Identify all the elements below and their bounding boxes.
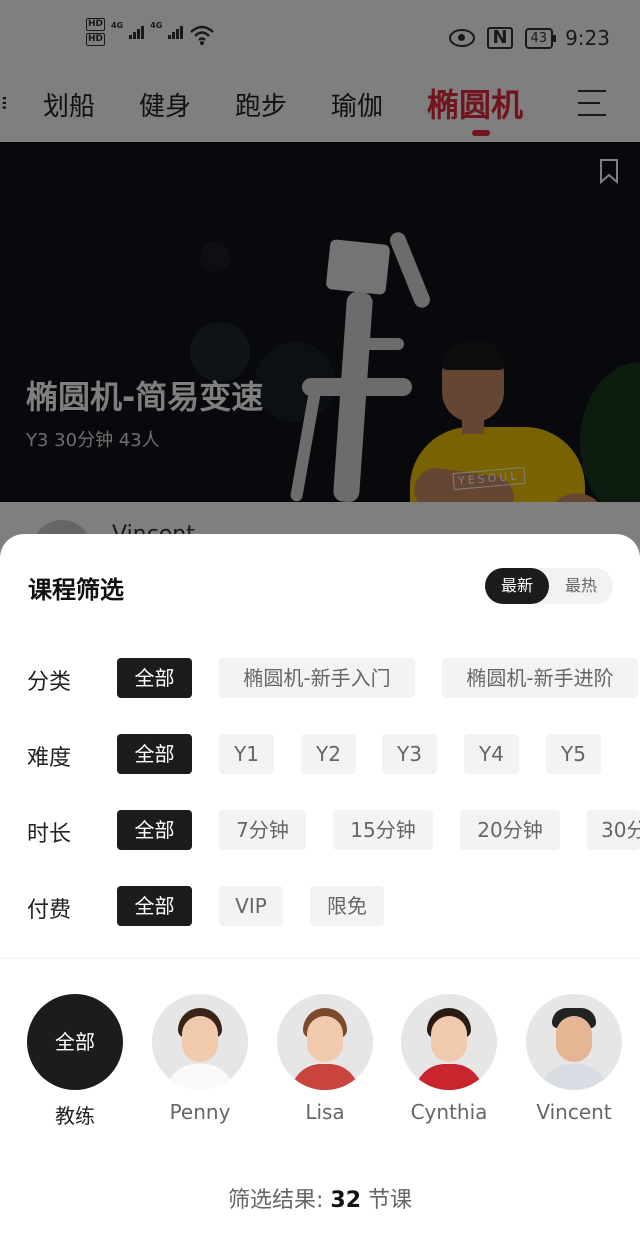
chip-duration-all[interactable]: 全部 bbox=[117, 810, 192, 850]
coach-filter-all[interactable]: 全部 教练 bbox=[27, 994, 123, 1129]
filter-row-payment: 付费 全部 VIP 限免 bbox=[0, 886, 640, 928]
sheet-title: 课程筛选 bbox=[28, 576, 124, 604]
filter-row-category: 分类 全部 椭圆机-新手入门 椭圆机-新手进阶 bbox=[0, 658, 640, 700]
chip-duration-15[interactable]: 15分钟 bbox=[333, 810, 433, 850]
chip-category-all[interactable]: 全部 bbox=[117, 658, 192, 698]
coach-name: Cynthia bbox=[410, 1100, 488, 1124]
chip-payment-vip[interactable]: VIP bbox=[219, 886, 283, 926]
coach-filter-vincent[interactable]: Vincent bbox=[526, 994, 622, 1124]
result-prefix: 筛选结果: bbox=[227, 1188, 331, 1213]
sort-latest-button[interactable]: 最新 bbox=[485, 568, 549, 604]
divider bbox=[0, 958, 640, 959]
avatar[interactable] bbox=[401, 994, 497, 1090]
filter-label: 时长 bbox=[27, 822, 72, 847]
chip-duration-20[interactable]: 20分钟 bbox=[460, 810, 560, 850]
coach-all-button[interactable]: 全部 bbox=[27, 994, 123, 1090]
filter-row-difficulty: 难度 全部 Y1 Y2 Y3 Y4 Y5 bbox=[0, 734, 640, 776]
coach-filter-lisa[interactable]: Lisa bbox=[277, 994, 373, 1124]
course-filter-sheet: 课程筛选 最新 最热 分类 全部 椭圆机-新手入门 椭圆机-新手进阶 难度 全部… bbox=[0, 534, 640, 1248]
chip-difficulty-y3[interactable]: Y3 bbox=[382, 734, 437, 774]
avatar[interactable] bbox=[152, 994, 248, 1090]
result-count: 32 bbox=[330, 1188, 362, 1213]
filter-result: 筛选结果: 32 节课 bbox=[0, 1182, 640, 1214]
filter-row-duration: 时长 全部 7分钟 15分钟 20分钟 30分钟 bbox=[0, 810, 640, 852]
sort-toggle: 最新 最热 bbox=[485, 568, 613, 604]
coach-caption: 教练 bbox=[55, 1104, 95, 1128]
coach-filter-penny[interactable]: Penny bbox=[152, 994, 248, 1124]
chip-payment-free[interactable]: 限免 bbox=[310, 886, 384, 926]
avatar[interactable] bbox=[526, 994, 622, 1090]
chip-difficulty-y2[interactable]: Y2 bbox=[301, 734, 356, 774]
filter-label: 难度 bbox=[27, 746, 72, 771]
filter-label: 付费 bbox=[27, 898, 72, 923]
chip-duration-30[interactable]: 30分钟 bbox=[587, 810, 640, 850]
coach-filter-cynthia[interactable]: Cynthia bbox=[401, 994, 497, 1124]
chip-category-beginner[interactable]: 椭圆机-新手入门 bbox=[219, 658, 415, 698]
chip-duration-7[interactable]: 7分钟 bbox=[219, 810, 306, 850]
sort-hottest-button[interactable]: 最热 bbox=[549, 568, 613, 604]
coach-name: Lisa bbox=[305, 1100, 345, 1124]
chip-difficulty-y1[interactable]: Y1 bbox=[219, 734, 274, 774]
result-suffix: 节课 bbox=[361, 1188, 413, 1213]
filter-label: 分类 bbox=[27, 670, 72, 695]
coach-name: Vincent bbox=[536, 1100, 612, 1124]
chip-payment-all[interactable]: 全部 bbox=[117, 886, 192, 926]
chip-category-advanced[interactable]: 椭圆机-新手进阶 bbox=[442, 658, 638, 698]
chip-difficulty-y4[interactable]: Y4 bbox=[464, 734, 519, 774]
chip-difficulty-all[interactable]: 全部 bbox=[117, 734, 192, 774]
chip-difficulty-y5[interactable]: Y5 bbox=[546, 734, 601, 774]
coach-name: Penny bbox=[169, 1100, 231, 1124]
avatar[interactable] bbox=[277, 994, 373, 1090]
